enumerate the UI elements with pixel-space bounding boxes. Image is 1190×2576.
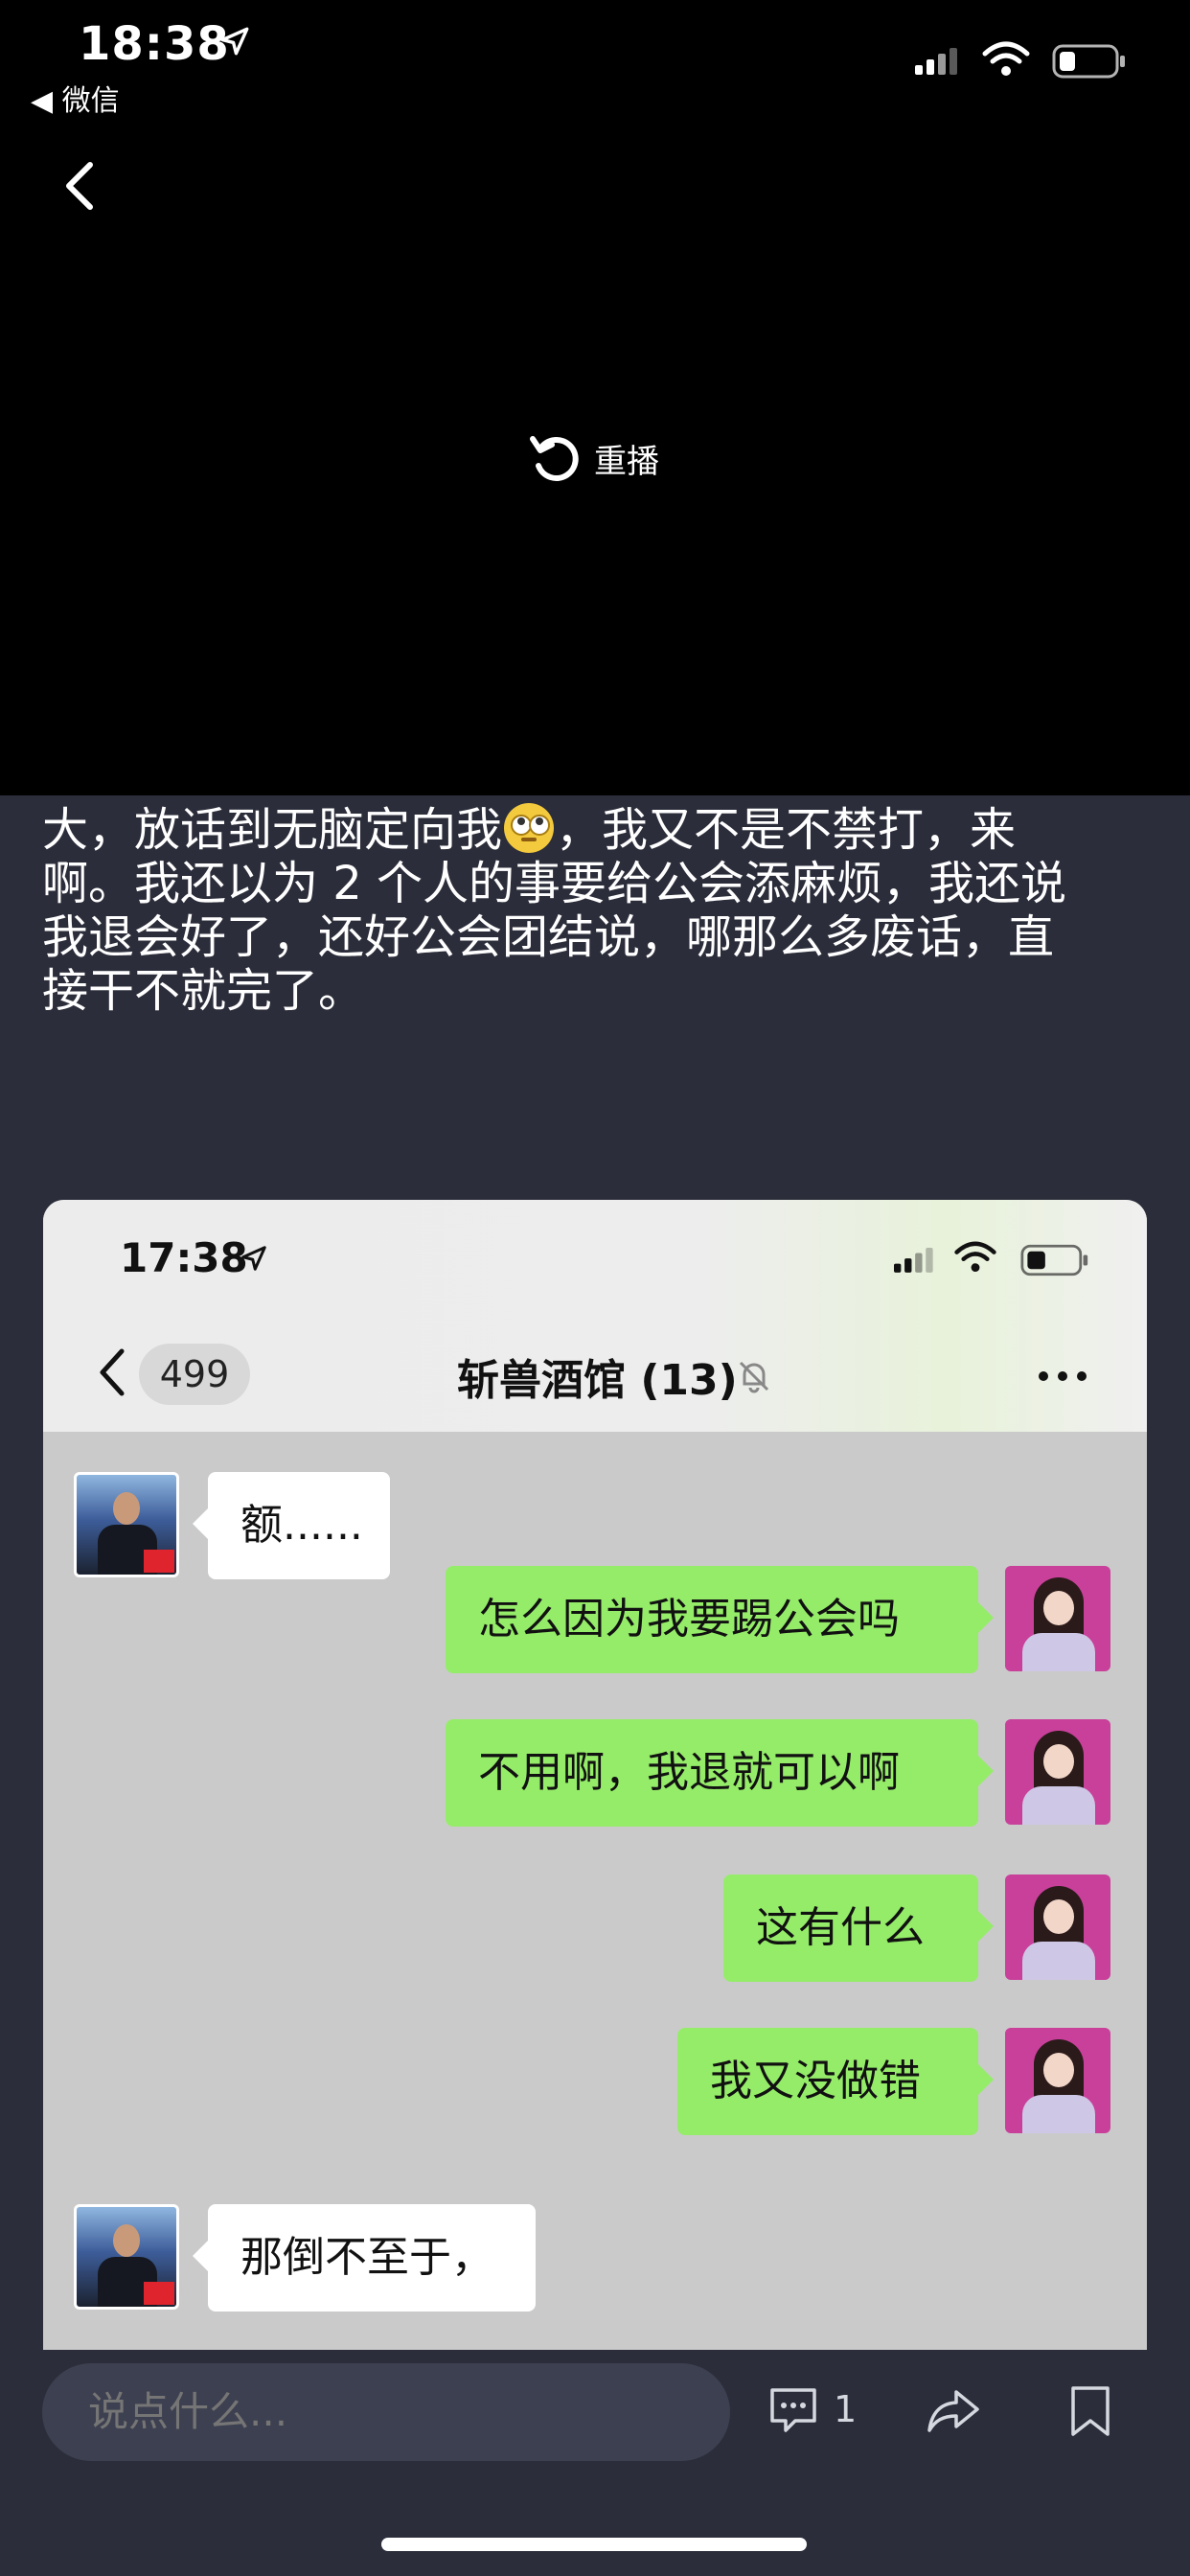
chat-message-area: 额...... 怎么因为我要踢公会吗 不用啊，我退就可以啊 这有什么 我又没做错… — [43, 1432, 1147, 2350]
avatar — [1005, 2028, 1110, 2133]
chat-screenshot-image[interactable]: 17:38 499 斩兽酒馆 (13) 额...... 怎么因为我要踢公会吗 不… — [43, 1200, 1147, 2350]
comment-count: 1 — [834, 2388, 858, 2430]
wifi-icon — [982, 41, 1030, 76]
back-chevron-icon[interactable] — [56, 157, 103, 215]
replay-icon — [530, 436, 579, 481]
home-indicator[interactable] — [381, 2538, 807, 2551]
replay-button[interactable]: 重播 — [525, 429, 659, 487]
comment-input[interactable] — [42, 2363, 730, 2461]
wifi-icon — [954, 1241, 996, 1273]
comment-icon — [770, 2388, 816, 2432]
avatar — [74, 2204, 179, 2310]
article-line-1b: ，我又不是不禁打，来 — [556, 803, 1017, 857]
article-line: 啊。我还以为 2 个人的事要给公会添麻烦，我还说 — [42, 857, 1067, 910]
replay-label: 重播 — [594, 442, 659, 481]
article-line: 我退会好了，还好公会团结说，哪那么多废话，直 — [42, 910, 1055, 964]
location-arrow-icon — [241, 1246, 266, 1271]
chat-bubble-received: 额...... — [193, 1472, 390, 1579]
status-time: 18:38 — [79, 17, 230, 71]
back-chevron-icon — [100, 1348, 125, 1396]
group-chat-title: 斩兽酒馆 (13) — [457, 1356, 738, 1405]
back-to-wechat-link[interactable]: ◀ 微信 — [31, 77, 120, 119]
chat-bubble-sent: 不用啊，我退就可以啊 — [446, 1719, 994, 1827]
location-arrow-icon — [220, 27, 249, 56]
battery-icon — [1020, 1244, 1088, 1276]
battery-icon — [1052, 44, 1125, 79]
video-player[interactable]: 18:38 ◀ 微信 重播 — [0, 0, 1190, 795]
chat-bubble-sent: 我又没做错 — [677, 2028, 994, 2135]
article-line: 接干不就完了。 — [42, 964, 365, 1018]
comment-button[interactable]: 1 — [767, 2384, 857, 2434]
article-line: 大，放话到无脑定向我 ，我又不是不禁打，来 — [42, 803, 1016, 857]
avatar — [1005, 1874, 1110, 1980]
screenshot-time: 17:38 — [120, 1234, 248, 1281]
chat-screenshot-header: 17:38 499 斩兽酒馆 (13) — [43, 1200, 1147, 1432]
chat-bubble-sent: 怎么因为我要踢公会吗 — [446, 1566, 994, 1673]
avatar — [1005, 1719, 1110, 1825]
avatar — [1005, 1566, 1110, 1671]
signal-icon — [915, 48, 957, 75]
more-dots-icon — [1039, 1371, 1087, 1381]
chat-bubble-received: 那倒不至于， — [193, 2204, 536, 2312]
chat-bubble-sent: 这有什么 — [723, 1874, 994, 1982]
muted-bell-icon — [739, 1361, 769, 1393]
eye-roll-emoji-icon — [504, 803, 555, 853]
article-line-1a: 大，放话到无脑定向我 — [42, 803, 503, 857]
status-bar: 18:38 ◀ 微信 — [0, 0, 1190, 125]
share-icon[interactable] — [924, 2386, 983, 2436]
bookmark-icon[interactable] — [1067, 2384, 1113, 2438]
unread-count-badge: 499 — [139, 1344, 250, 1405]
signal-icon — [894, 1248, 933, 1273]
avatar — [74, 1472, 179, 1577]
